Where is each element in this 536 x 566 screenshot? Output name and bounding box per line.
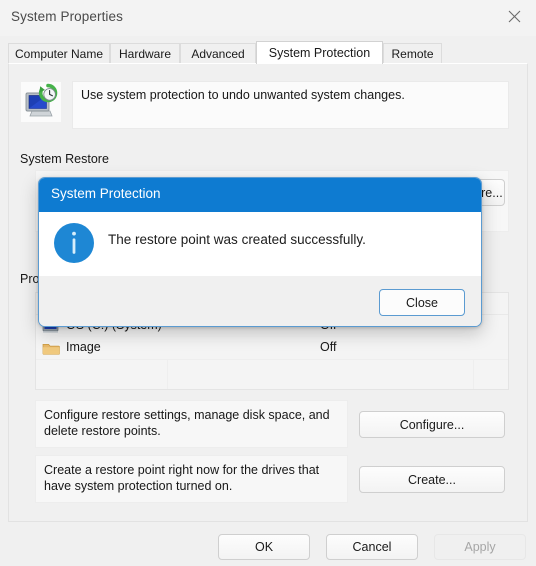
divider: [36, 359, 508, 360]
tab-label: Computer Name: [14, 47, 104, 61]
table-row[interactable]: Image Off: [36, 337, 508, 359]
system-restore-section-label: System Restore: [20, 152, 109, 166]
create-button[interactable]: Create...: [359, 466, 505, 493]
tab-label: Remote: [391, 47, 434, 61]
apply-button: Apply: [434, 534, 526, 560]
close-icon: [508, 10, 521, 23]
dialog-footer: OK Cancel Apply: [0, 523, 536, 566]
dialog-titlebar: System Protection: [39, 178, 481, 212]
ok-button-label: OK: [254, 540, 274, 554]
system-restore-icon: [21, 82, 61, 122]
dialog-title: System Protection: [51, 186, 161, 201]
tab-label: System Protection: [268, 46, 371, 60]
dialog-footer-bar: Close: [39, 276, 481, 326]
system-protection-dialog: System Protection The restore point was …: [38, 177, 482, 327]
tab-system-protection[interactable]: System Protection: [256, 41, 383, 64]
divider: [473, 360, 474, 389]
dialog-body: The restore point was created successful…: [39, 212, 481, 276]
drive-name: Image: [66, 340, 101, 354]
configure-button-label: Configure...: [399, 417, 465, 432]
ok-button[interactable]: OK: [218, 534, 310, 560]
tabstrip: Computer Name Hardware Advanced System P…: [0, 41, 536, 64]
intro-description-text: Use system protection to undo unwanted s…: [81, 88, 405, 102]
screen: System Properties Computer Name Hardware…: [0, 0, 536, 566]
create-description-panel: Create a restore point right now for the…: [35, 455, 348, 503]
configure-description-line2: delete restore points.: [44, 424, 161, 438]
divider: [167, 360, 168, 389]
dialog-message: The restore point was created successful…: [108, 232, 366, 247]
apply-button-label: Apply: [464, 540, 496, 554]
info-icon: [52, 221, 96, 265]
drive-protection-status: Off: [320, 340, 337, 354]
configure-description-panel: Configure restore settings, manage disk …: [35, 400, 348, 448]
tab-advanced[interactable]: Advanced: [180, 43, 256, 64]
tab-hardware[interactable]: Hardware: [110, 43, 180, 64]
tab-label: Hardware: [118, 47, 172, 61]
cancel-button-label: Cancel: [352, 540, 392, 554]
configure-description-line1: Configure restore settings, manage disk …: [44, 408, 330, 422]
tab-label: Advanced: [191, 47, 245, 61]
create-description: Create a restore point right now for the…: [44, 462, 319, 494]
configure-button[interactable]: Configure...: [359, 411, 505, 438]
cancel-button[interactable]: Cancel: [326, 534, 418, 560]
tab-remote[interactable]: Remote: [383, 43, 442, 64]
create-description-line1: Create a restore point right now for the…: [44, 463, 320, 477]
dialog-close-button-label: Close: [406, 295, 438, 310]
dialog-close-button[interactable]: Close: [379, 289, 465, 316]
create-button-label: Create...: [408, 472, 456, 487]
create-description-line2: have system protection turned on.: [44, 479, 233, 493]
configure-description: Configure restore settings, manage disk …: [44, 407, 330, 439]
close-window-button[interactable]: [492, 0, 536, 32]
window-titlebar: System Properties: [0, 0, 536, 36]
folder-icon: [42, 341, 60, 356]
window-title: System Properties: [11, 9, 123, 24]
intro-description-box: Use system protection to undo unwanted s…: [72, 81, 509, 129]
tab-computer-name[interactable]: Computer Name: [8, 43, 110, 64]
